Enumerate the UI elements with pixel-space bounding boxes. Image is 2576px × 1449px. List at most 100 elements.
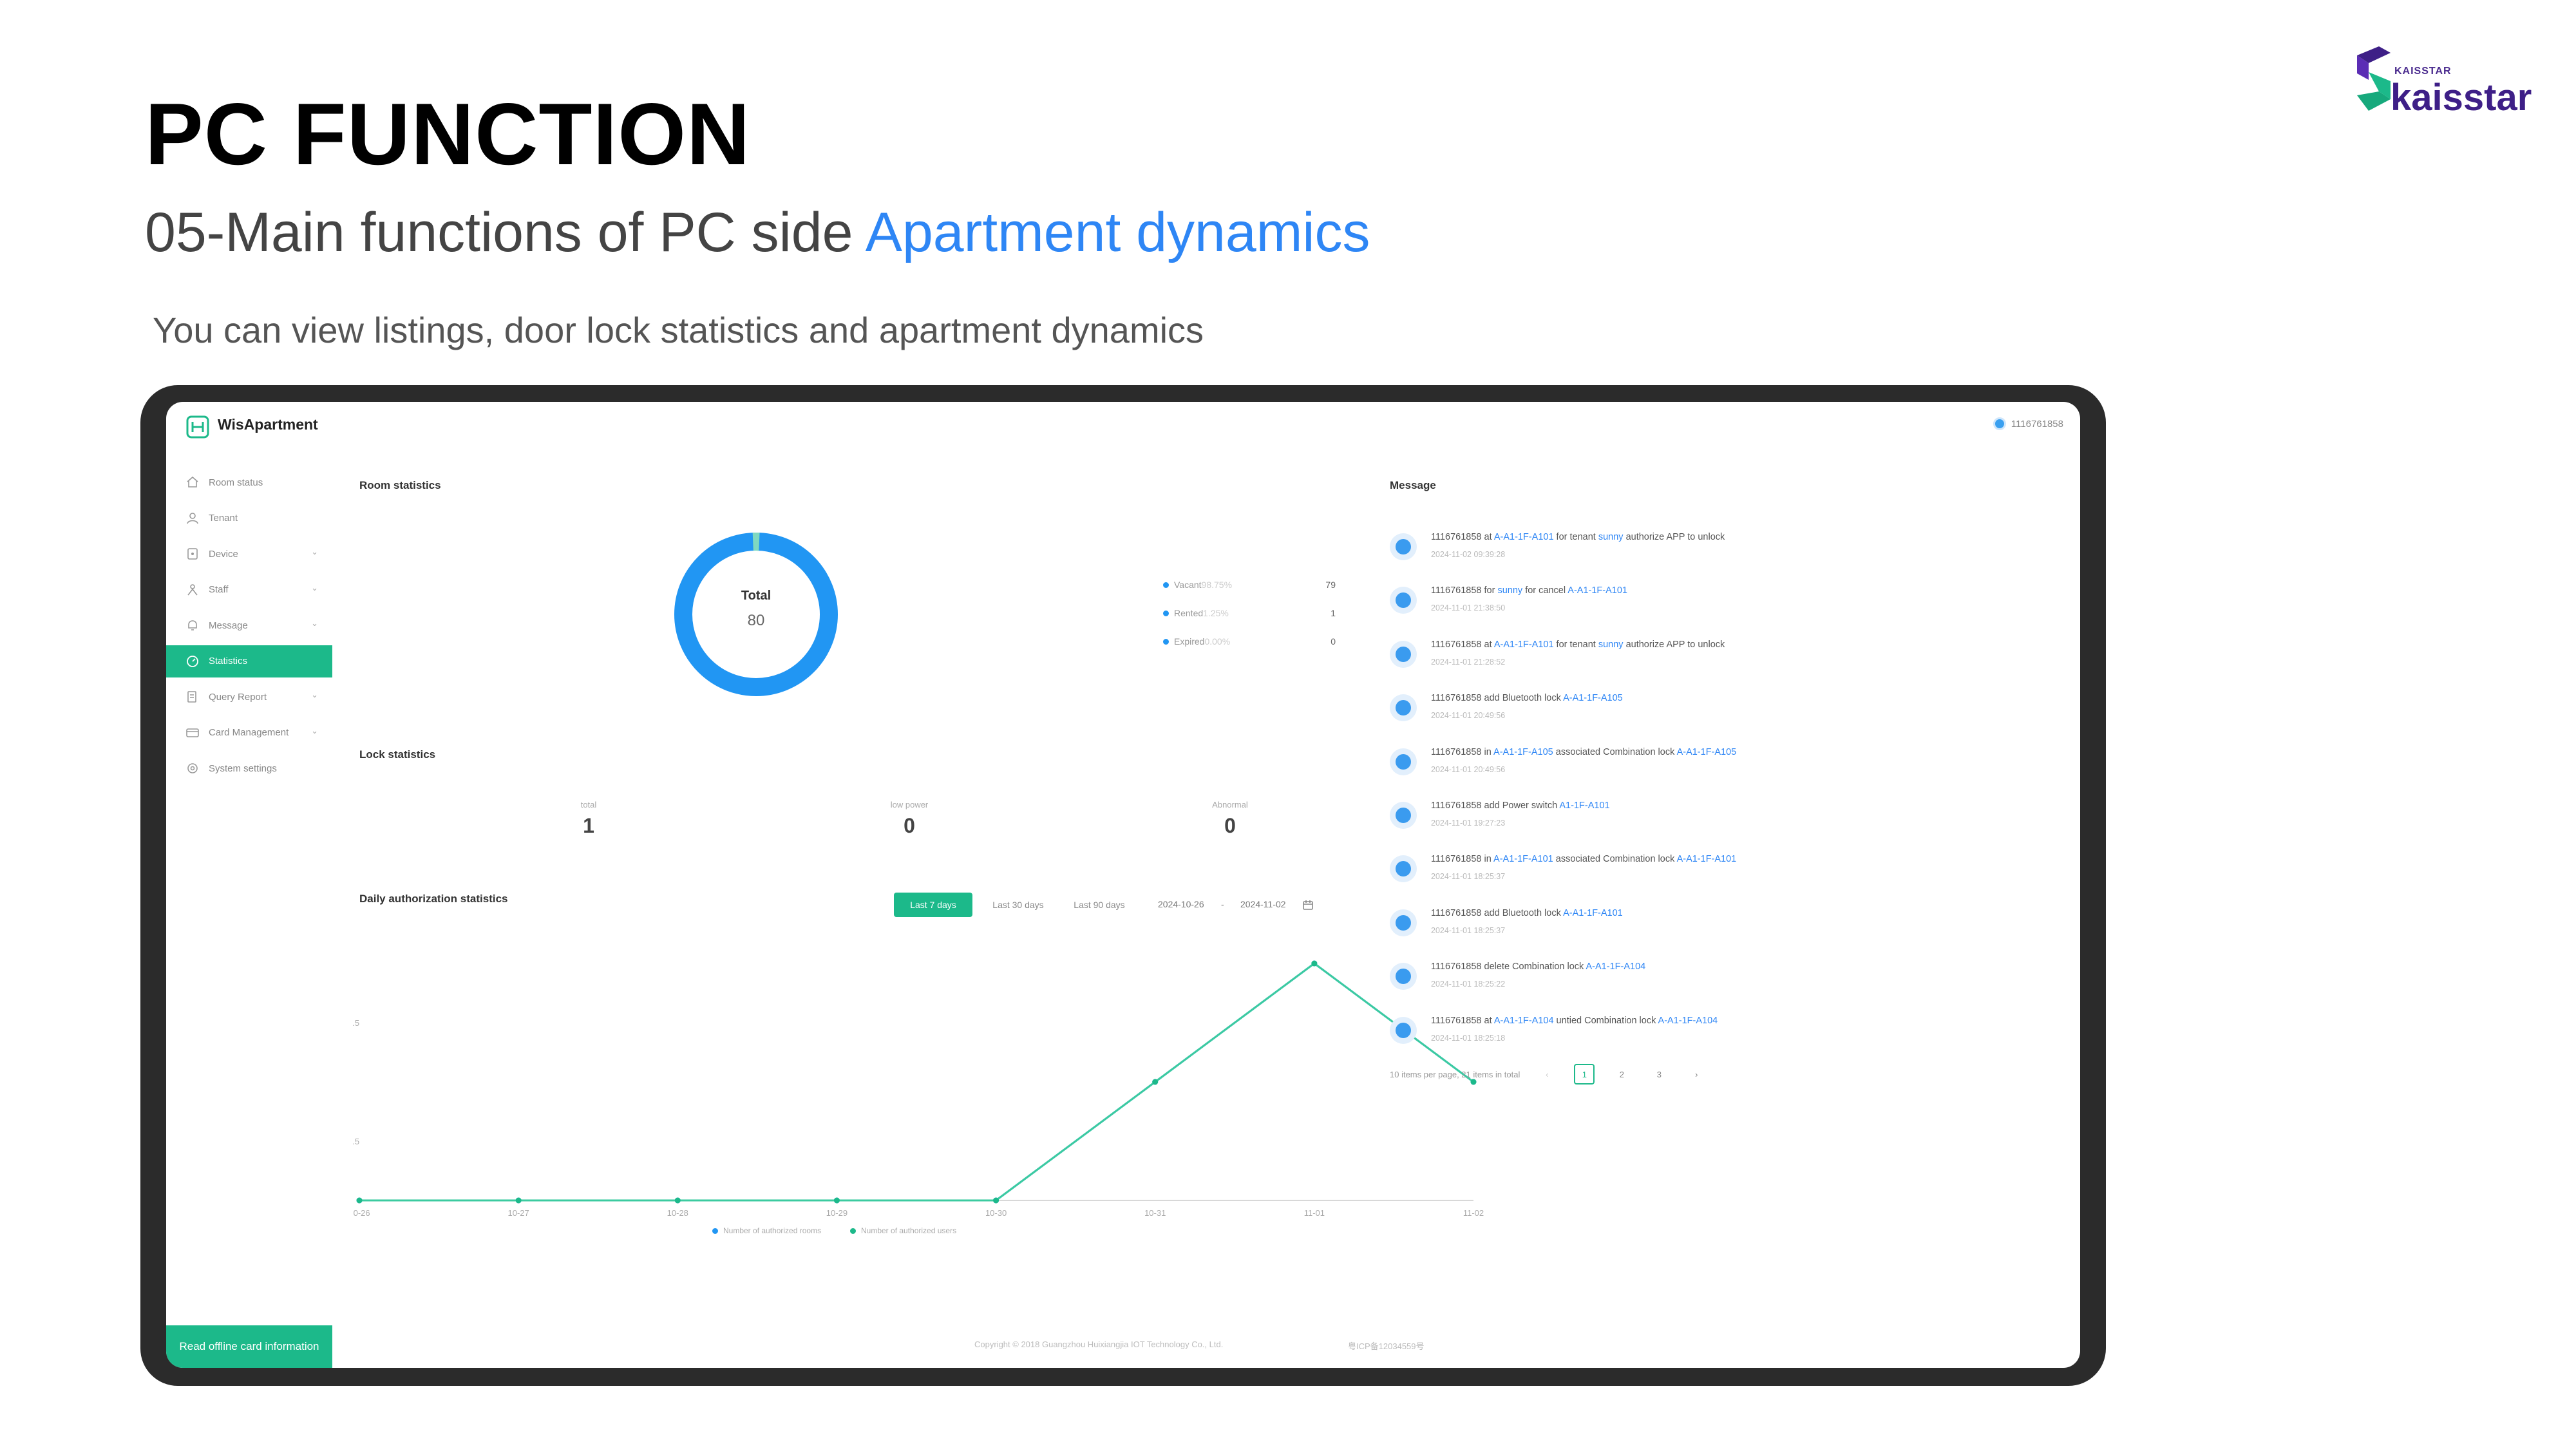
message-link[interactable]: A-A1-1F-A104	[1494, 1016, 1554, 1026]
x-tick-label: 10-28	[667, 1208, 688, 1218]
pager-page-2[interactable]: 2	[1611, 1064, 1632, 1084]
sidebar-item-label: Device	[209, 548, 238, 560]
message-item[interactable]: 1116761858 in A-A1-1F-A105 associated Co…	[1390, 746, 2066, 797]
sidebar-item-device[interactable]: Device ⌄	[166, 538, 332, 570]
message-link[interactable]: A-A1-1F-A105	[1563, 693, 1623, 703]
chevron-down-icon: ⌄	[311, 725, 318, 735]
data-point	[356, 1197, 363, 1204]
message-text: 1116761858 in A-A1-1F-A101 associated Co…	[1431, 854, 1736, 864]
user-menu[interactable]: 1116761858	[1993, 417, 2063, 430]
legend-dot-users	[850, 1227, 856, 1234]
pager-page-1[interactable]: 1	[1574, 1064, 1595, 1084]
message-fragment: 1116761858 for	[1431, 585, 1498, 596]
message-item[interactable]: 1116761858 at A-A1-1F-A101 for tenant su…	[1390, 638, 2066, 690]
sidebar-item-staff[interactable]: Staff ⌄	[166, 574, 332, 606]
legend-expired: Expired 0.00%	[1163, 636, 1230, 647]
message-link[interactable]: A-A1-1F-A105	[1677, 747, 1737, 757]
message-time: 2024-11-01 18:25:37	[1431, 872, 1506, 882]
user-icon	[185, 511, 200, 526]
message-item[interactable]: 1116761858 add Bluetooth lock A-A1-1F-A1…	[1390, 907, 2066, 958]
message-time: 2024-11-01 21:38:50	[1431, 603, 1506, 613]
message-link[interactable]: A-A1-1F-A104	[1658, 1016, 1718, 1026]
pager-prev-button[interactable]: ‹	[1537, 1064, 1557, 1084]
x-tick-label: 11-01	[1304, 1208, 1325, 1218]
legend-dot-rooms	[712, 1227, 718, 1234]
chevron-down-icon: ⌄	[311, 582, 318, 592]
sidebar-item-system-settings[interactable]: System settings	[166, 752, 332, 784]
sidebar-item-query-report[interactable]: Query Report ⌄	[166, 681, 332, 713]
message-item[interactable]: 1116761858 add Power switch A1-1F-A101 20…	[1390, 799, 2066, 851]
sidebar-item-statistics[interactable]: Statistics	[166, 645, 332, 677]
sidebar-item-room-status[interactable]: Room status	[166, 466, 332, 498]
filter-last-90-days[interactable]: Last 90 days	[1060, 893, 1139, 917]
message-link[interactable]: A-A1-1F-A105	[1493, 747, 1553, 757]
data-point	[1311, 960, 1318, 967]
message-link[interactable]: A-A1-1F-A101	[1493, 854, 1553, 864]
calendar-icon[interactable]	[1302, 899, 1314, 911]
message-item[interactable]: 1116761858 delete Combination lock A-A1-…	[1390, 960, 2066, 1012]
message-link[interactable]: A-A1-1F-A101	[1567, 585, 1627, 596]
pager-next-button[interactable]: ›	[1686, 1064, 1707, 1084]
message-link[interactable]: sunny	[1497, 585, 1522, 596]
avatar	[1390, 748, 1417, 775]
data-point	[993, 1197, 999, 1204]
legend-dot	[1163, 638, 1169, 645]
legend-authorized-rooms: Number of authorized rooms	[712, 1226, 821, 1235]
x-tick-label: 10-26	[353, 1208, 370, 1218]
slide-subtitle: 05-Main functions of PC side Apartment d…	[145, 201, 1370, 265]
card-icon	[185, 726, 200, 740]
message-fragment: 1116761858 in	[1431, 854, 1494, 865]
filter-last-7-days[interactable]: Last 7 days	[894, 893, 972, 917]
read-offline-card-button[interactable]: Read offline card information	[166, 1325, 332, 1368]
daily-authorization-title: Daily authorization statistics	[359, 893, 508, 905]
message-link[interactable]: sunny	[1598, 532, 1624, 542]
legend-label-users: Number of authorized users	[861, 1226, 957, 1235]
data-point	[833, 1197, 840, 1204]
avatar	[1390, 855, 1417, 883]
message-item[interactable]: 1116761858 for sunny for cancel A-A1-1F-…	[1390, 584, 2066, 636]
message-item[interactable]: 1116761858 add Bluetooth lock A-A1-1F-A1…	[1390, 692, 2066, 743]
date-start[interactable]: 2024-10-26	[1158, 899, 1204, 909]
staff-icon	[185, 583, 200, 597]
message-link[interactable]: A1-1F-A101	[1559, 800, 1609, 811]
message-time: 2024-11-01 18:25:37	[1431, 925, 1506, 935]
sidebar-item-label: Query Report	[209, 691, 267, 703]
message-item[interactable]: 1116761858 in A-A1-1F-A101 associated Co…	[1390, 853, 2066, 904]
lock-low-power-label: low power	[890, 800, 929, 810]
message-fragment: associated Combination lock	[1553, 854, 1677, 865]
wisapartment-logo-icon	[186, 415, 209, 439]
report-icon	[185, 690, 200, 704]
pager-page-3[interactable]: 3	[1649, 1064, 1669, 1084]
room-statistics-title: Room statistics	[359, 479, 441, 491]
daily-authorization-chart: 00.511.5210-2610-2710-2810-2910-3010-311…	[353, 960, 1484, 1218]
message-link[interactable]: A-A1-1F-A101	[1494, 639, 1554, 650]
sidebar-item-tenant[interactable]: Tenant	[166, 502, 332, 535]
message-link[interactable]: A-A1-1F-A104	[1586, 961, 1646, 972]
lock-total-label: total	[580, 800, 597, 810]
settings-icon	[185, 761, 200, 775]
sidebar-item-message[interactable]: Message ⌄	[166, 609, 332, 641]
sidebar-item-card-management[interactable]: Card Management ⌄	[166, 717, 332, 749]
y-tick-label: 0.5	[353, 1137, 359, 1146]
message-link[interactable]: A-A1-1F-A101	[1563, 908, 1623, 918]
message-text: 1116761858 for sunny for cancel A-A1-1F-…	[1431, 585, 1627, 596]
filter-last-30-days[interactable]: Last 30 days	[979, 893, 1057, 917]
pagination: 10 items per page, 21 items in total ‹ 1…	[1390, 1064, 1707, 1084]
message-link[interactable]: A-A1-1F-A101	[1677, 854, 1737, 864]
message-item[interactable]: 1116761858 at A-A1-1F-A101 for tenant su…	[1390, 531, 2066, 582]
message-fragment: 1116761858 add Bluetooth lock	[1431, 907, 1564, 918]
y-tick-label: 1.5	[353, 1018, 359, 1028]
legend-authorized-users: Number of authorized users	[850, 1226, 956, 1235]
pager-info: 10 items per page, 21 items in total	[1390, 1069, 1520, 1079]
message-time: 2024-11-01 18:25:18	[1431, 1033, 1506, 1043]
message-link[interactable]: A-A1-1F-A101	[1494, 532, 1554, 542]
date-end[interactable]: 2024-11-02	[1240, 899, 1286, 909]
message-text: 1116761858 at A-A1-1F-A101 for tenant su…	[1431, 532, 1725, 542]
message-item[interactable]: 1116761858 at A-A1-1F-A104 untied Combin…	[1390, 1014, 2066, 1066]
avatar	[1390, 533, 1417, 560]
message-fragment: 1116761858 at	[1431, 532, 1494, 542]
legend-value: 0	[1331, 636, 1336, 647]
legend-label: Vacant	[1174, 580, 1202, 590]
message-link[interactable]: sunny	[1598, 639, 1624, 650]
message-time: 2024-11-01 19:27:23	[1431, 819, 1506, 828]
